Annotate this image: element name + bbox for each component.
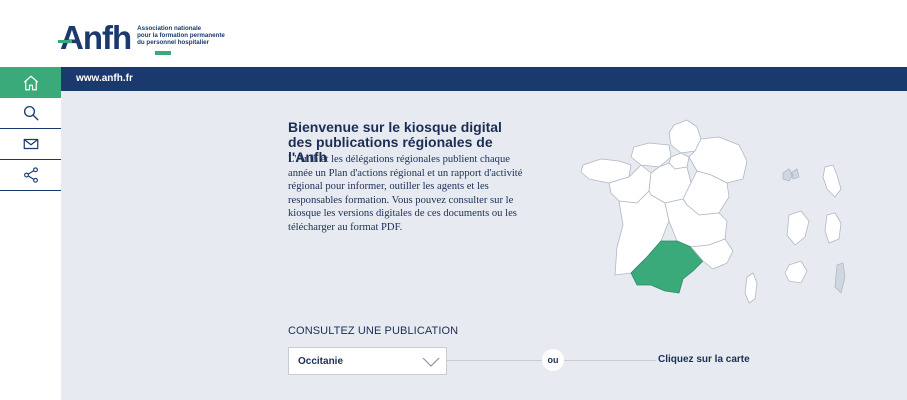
logo-prefix: An (60, 19, 103, 56)
consult-label: CONSULTEZ UNE PUBLICATION (288, 325, 459, 337)
region-select[interactable]: Occitanie (288, 347, 447, 375)
logo-tagline-line: du personnel hospitalier (137, 39, 210, 46)
divider-line (564, 360, 656, 361)
header: Anfh Association nationale pour la forma… (0, 0, 907, 67)
share-button[interactable] (0, 160, 61, 191)
main-content: Bienvenue sur le kiosque digital des pub… (61, 91, 907, 400)
search-button[interactable] (0, 98, 61, 129)
top-bar: www.anfh.fr (61, 67, 907, 91)
logo-tagline-line: Association nationale (137, 25, 202, 32)
chevron-down-icon (422, 357, 440, 367)
mail-icon (23, 138, 38, 150)
share-icon (23, 167, 38, 183)
regions-map[interactable] (579, 117, 854, 307)
map-region-corse[interactable] (744, 272, 758, 304)
map-region-normandie[interactable] (630, 142, 672, 168)
divider-line (447, 360, 542, 361)
anfh-logo[interactable]: Anfh Association nationale pour la forma… (58, 19, 232, 56)
logo-dash-decoration (58, 40, 72, 43)
logo-suffix: fh (102, 19, 132, 56)
map-hint: Cliquez sur la carte (658, 354, 750, 365)
map-region-martinique[interactable] (822, 164, 842, 198)
or-badge: ou (542, 349, 564, 371)
map-region-guyane[interactable] (786, 210, 810, 246)
map-region-la-reunion[interactable] (784, 260, 808, 284)
map-region-mayotte[interactable] (824, 212, 842, 244)
home-icon (23, 75, 38, 90)
logo-wordmark: Anfh (58, 19, 171, 56)
site-url-link[interactable]: www.anfh.fr (76, 73, 133, 84)
map-region-guadeloupe[interactable] (782, 168, 800, 182)
logo-tagline-line: pour la formation permanente (137, 32, 225, 39)
mail-button[interactable] (0, 129, 61, 160)
map-region-outre-mer-grey[interactable] (834, 262, 846, 294)
search-icon (23, 105, 38, 121)
intro-paragraph: L'Anfh et les délégations régionales pub… (288, 154, 523, 233)
sidebar (0, 67, 61, 400)
logo-tagline: Association nationale pour la formation … (137, 25, 232, 46)
region-select-value: Occitanie (298, 356, 344, 367)
home-button[interactable] (0, 67, 61, 98)
logo-bar-decoration (155, 51, 171, 55)
